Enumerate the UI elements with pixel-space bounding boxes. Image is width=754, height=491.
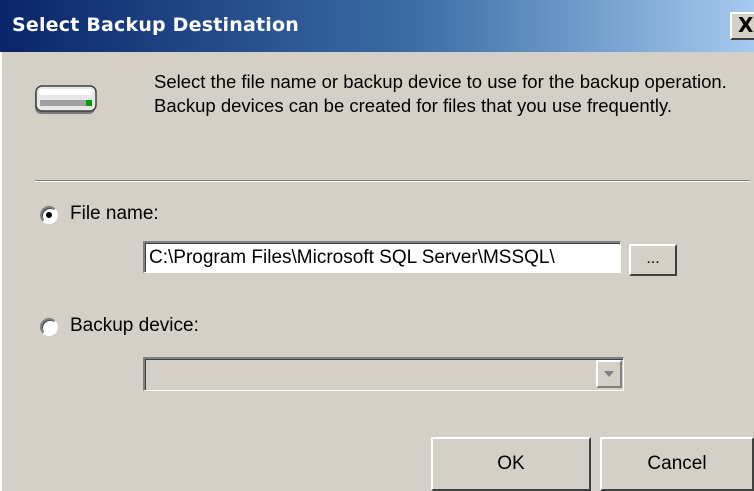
radio-selected-dot (46, 212, 52, 218)
close-icon: X (738, 13, 754, 37)
backup-device-radio[interactable] (40, 318, 58, 336)
title-bar[interactable]: Select Backup Destination X (0, 0, 754, 52)
file-name-label[interactable]: File name: (70, 203, 159, 225)
file-name-radio[interactable] (40, 206, 58, 224)
dropdown-button[interactable] (596, 360, 622, 388)
cancel-button[interactable]: Cancel (600, 437, 754, 491)
ok-button[interactable]: OK (431, 437, 591, 491)
close-button[interactable]: X (730, 12, 754, 40)
backup-device-label[interactable]: Backup device: (70, 315, 199, 337)
backup-device-select[interactable] (143, 357, 624, 391)
backup-device-icon (35, 85, 97, 114)
browse-button[interactable]: ... (629, 244, 677, 276)
file-name-input[interactable]: C:\Program Files\Microsoft SQL Server\MS… (143, 241, 621, 273)
window-title: Select Backup Destination (12, 14, 299, 36)
chevron-down-icon (604, 371, 614, 377)
dialog-description: Select the file name or backup device to… (154, 71, 727, 116)
window-border (0, 0, 2, 491)
file-name-value: C:\Program Files\Microsoft SQL Server\MS… (149, 247, 555, 268)
separator (35, 180, 750, 182)
